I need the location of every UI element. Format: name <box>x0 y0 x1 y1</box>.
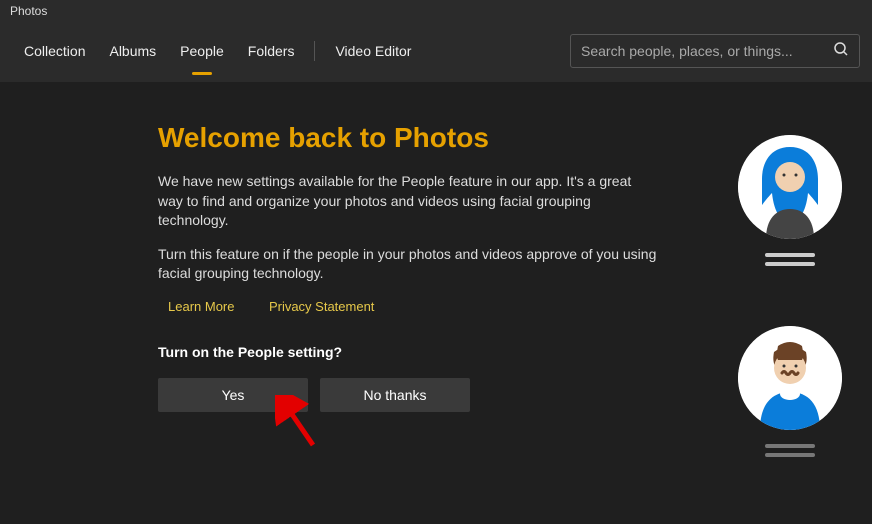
avatar-block-1 <box>738 135 842 266</box>
search-input[interactable] <box>581 43 833 59</box>
page-title: Welcome back to Photos <box>158 122 678 154</box>
nav-collection[interactable]: Collection <box>12 37 97 65</box>
nav-albums[interactable]: Albums <box>97 37 168 65</box>
avatar-1-lines <box>765 253 815 266</box>
nav-folders[interactable]: Folders <box>236 37 307 65</box>
avatar-2-lines <box>765 444 815 457</box>
welcome-panel: Welcome back to Photos We have new setti… <box>158 122 678 412</box>
nav-people[interactable]: People <box>168 37 236 65</box>
intro-text-2: Turn this feature on if the people in yo… <box>158 245 658 284</box>
privacy-link[interactable]: Privacy Statement <box>269 299 375 314</box>
search-icon[interactable] <box>833 41 849 62</box>
avatar-man <box>738 326 842 430</box>
yes-button[interactable]: Yes <box>158 378 308 412</box>
window-title: Photos <box>0 0 872 22</box>
intro-text-1: We have new settings available for the P… <box>158 172 658 231</box>
prompt-question: Turn on the People setting? <box>158 344 678 360</box>
avatar-hijab <box>738 135 842 239</box>
avatar-sidebar <box>738 135 842 457</box>
nav-divider <box>314 41 315 61</box>
nav-bar: Collection Albums People Folders Video E… <box>0 22 872 80</box>
search-box[interactable] <box>570 34 860 68</box>
no-thanks-button[interactable]: No thanks <box>320 378 470 412</box>
avatar-block-2 <box>738 326 842 457</box>
app-header: Photos Collection Albums People Folders … <box>0 0 872 82</box>
links-row: Learn More Privacy Statement <box>168 298 678 316</box>
nav-video-editor[interactable]: Video Editor <box>323 37 423 65</box>
learn-more-link[interactable]: Learn More <box>168 299 234 314</box>
button-row: Yes No thanks <box>158 378 678 412</box>
